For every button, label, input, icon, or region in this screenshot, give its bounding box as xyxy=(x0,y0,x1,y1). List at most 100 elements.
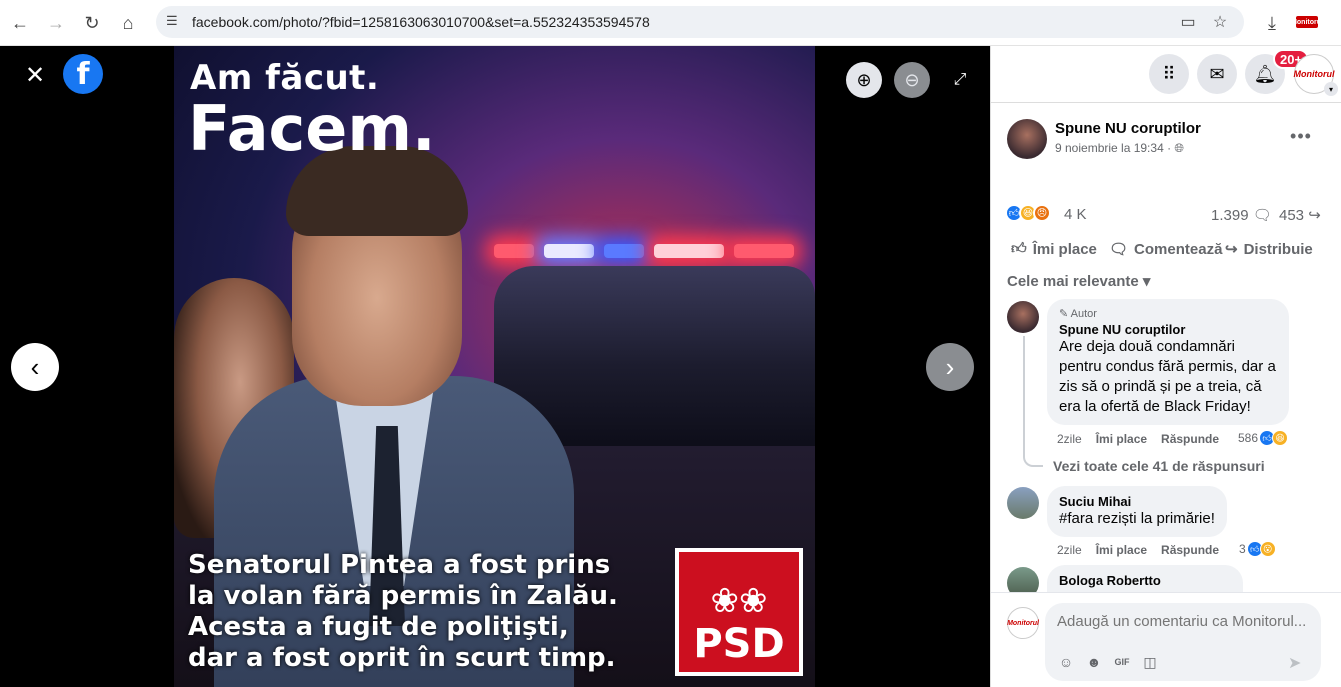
photo-viewer: Am făcut. Facem. Senatorul Pintea a fost… xyxy=(0,46,990,687)
next-photo-button[interactable]: › xyxy=(926,343,974,391)
install-app-icon[interactable]: ▭ xyxy=(1178,12,1198,32)
home-icon[interactable]: ⌂ xyxy=(116,11,140,35)
comment-author[interactable]: Spune NU coruptilor xyxy=(1059,322,1277,337)
share-button[interactable]: ↪ Distribuie xyxy=(1225,240,1313,259)
comment-text: #fara reziști la primărie! xyxy=(1059,509,1215,529)
page-name[interactable]: Spune NU coruptilor xyxy=(1055,120,1201,137)
comment-age[interactable]: 2zile xyxy=(1057,543,1082,557)
psd-logo: ❀❀ PSD xyxy=(675,548,803,676)
caption-line: dar a fost oprit în scurt timp. xyxy=(188,643,616,673)
sticker-icon[interactable]: ◫ xyxy=(1141,653,1159,671)
gif-icon[interactable]: GIF xyxy=(1113,653,1131,671)
comment-like-button[interactable]: Îmi place xyxy=(1096,432,1147,446)
comment-meta: 2zile Îmi place Răspunde xyxy=(1057,543,1219,557)
comment-author[interactable]: Bologa Robertto xyxy=(1059,573,1231,588)
comment-avatar[interactable] xyxy=(1007,487,1039,519)
comment-text-body: reziști la primărie! xyxy=(1093,510,1215,527)
caret-down-icon: ▾ xyxy=(1142,273,1151,290)
site-info-icon[interactable]: ☰ xyxy=(166,13,184,31)
thread-line xyxy=(1023,336,1043,467)
pencil-icon: ✎ xyxy=(1059,308,1069,320)
send-icon[interactable]: ➤ xyxy=(1288,653,1308,672)
haha-reaction-icon: 😆︎ xyxy=(1272,430,1289,446)
emoji-icon[interactable]: ☻ xyxy=(1085,653,1103,671)
comment-bubble: Suciu Mihai #fara reziști la primărie! xyxy=(1047,486,1227,537)
browser-toolbar: ← → ↻ ⌂ ☰ facebook.com/photo/?fbid=12581… xyxy=(0,0,1341,46)
more-options-icon[interactable]: ••• xyxy=(1289,126,1313,146)
comment-bubble: ✎ Autor Spune NU coruptilor Are deja dou… xyxy=(1047,299,1289,425)
comment-like-button[interactable]: Îmi place xyxy=(1096,543,1147,557)
share-label: Distribuie xyxy=(1243,240,1313,258)
reload-icon[interactable]: ↻ xyxy=(80,11,104,35)
shares-count[interactable]: 453 ↪ xyxy=(1279,206,1321,224)
forward-icon[interactable]: → xyxy=(44,11,68,35)
menu-grid-icon[interactable]: ⠿ xyxy=(1149,54,1189,94)
view-replies-link[interactable]: Vezi toate cele 41 de răspunsuri xyxy=(1053,458,1265,474)
chevron-down-icon[interactable]: ▾ xyxy=(1324,82,1338,96)
download-icon[interactable]: ⤓ xyxy=(1260,11,1284,35)
comment-reactions[interactable]: 586 👍︎ 😆︎ xyxy=(1238,430,1289,446)
page-avatar[interactable] xyxy=(1007,119,1047,159)
post-timestamp[interactable]: 9 noiembrie la 19:34 · 🌐︎ xyxy=(1055,141,1184,156)
divider xyxy=(991,102,1341,103)
address-bar[interactable]: ☰ facebook.com/photo/?fbid=1258163063010… xyxy=(156,6,1244,38)
post-time-text[interactable]: 9 noiembrie la 19:34 · xyxy=(1055,141,1174,155)
fullscreen-icon[interactable]: ⤢ xyxy=(950,70,970,90)
author-badge-text: Autor xyxy=(1070,308,1097,320)
caption-line: Acesta a fugit de poliţişti, xyxy=(188,612,569,642)
comment-label: Comentează xyxy=(1134,240,1223,258)
url-text[interactable]: facebook.com/photo/?fbid=125816306301070… xyxy=(192,14,650,30)
photo-caption: Senatorul Pintea a fost prins la volan f… xyxy=(188,550,658,674)
hashtag-link[interactable]: #fara xyxy=(1059,510,1093,527)
post-actions: 👍︎ Îmi place 🗨︎ Comentează ↪ Distribuie xyxy=(991,234,1341,270)
reaction-icons[interactable]: 👍︎ 😆︎ 😠︎ xyxy=(1005,204,1051,222)
sort-label[interactable]: Cele mai relevante xyxy=(1007,273,1139,290)
comment-reply-button[interactable]: Răspunde xyxy=(1161,432,1219,446)
post-photo: Am făcut. Facem. Senatorul Pintea a fost… xyxy=(174,46,815,687)
comment-button[interactable]: 🗨︎ Comentează xyxy=(1109,240,1223,259)
comment-composer: Monitorul ☺ ☻ GIF ◫ ➤ xyxy=(991,592,1341,687)
share-icon: ↪ xyxy=(1225,241,1238,258)
zoom-in-icon[interactable]: ⊕ xyxy=(846,62,882,98)
facebook-logo-icon[interactable]: f xyxy=(63,54,103,94)
angry-reaction-icon: 😠︎ xyxy=(1033,204,1051,222)
extension-monitorul[interactable]: Monitorul xyxy=(1291,16,1323,28)
composer-avatar[interactable]: Monitorul xyxy=(1007,607,1039,639)
like-button[interactable]: 👍︎ Îmi place xyxy=(1011,240,1097,258)
back-icon[interactable]: ← xyxy=(8,11,32,35)
comment-sort-dropdown[interactable]: Cele mai relevante ▾ xyxy=(1007,272,1150,290)
comment-author[interactable]: Suciu Mihai xyxy=(1059,494,1215,509)
wow-reaction-icon: 😮︎ xyxy=(1259,541,1276,557)
previous-photo-button[interactable]: ‹ xyxy=(11,343,59,391)
zoom-out-icon[interactable]: ⊖ xyxy=(894,62,930,98)
comment-icon: 🗨︎ xyxy=(1109,241,1129,258)
comments-count-value[interactable]: 1.399 xyxy=(1211,207,1249,224)
comment-reactions[interactable]: 3 👍︎ 😮︎ xyxy=(1239,541,1276,557)
author-badge: ✎ Autor xyxy=(1059,307,1277,320)
thumbs-up-icon: 👍︎ xyxy=(1011,240,1027,257)
reactions-count[interactable]: 4 K xyxy=(1064,206,1087,223)
messenger-icon[interactable]: ✉ xyxy=(1197,54,1237,94)
comment-bubble-icon: 🗨︎ xyxy=(1252,207,1272,224)
comment-age[interactable]: 2zile xyxy=(1057,432,1082,446)
photo-headline-2: Facem. xyxy=(188,92,436,165)
comment-reply-button[interactable]: Răspunde xyxy=(1161,543,1219,557)
psd-logo-text: PSD xyxy=(693,621,785,667)
roses-icon: ❀❀ xyxy=(710,582,768,620)
share-arrow-icon: ↪ xyxy=(1308,207,1321,224)
comment-input[interactable] xyxy=(1057,613,1315,630)
comment-reaction-count[interactable]: 3 xyxy=(1239,542,1246,556)
shares-count-value[interactable]: 453 xyxy=(1279,207,1304,224)
comments-count[interactable]: 1.399 🗨︎ xyxy=(1211,206,1272,224)
comment-reaction-count[interactable]: 586 xyxy=(1238,431,1258,445)
bookmark-star-icon[interactable]: ☆ xyxy=(1210,12,1230,32)
comment-meta: 2zile Îmi place Răspunde xyxy=(1057,432,1219,446)
police-lights xyxy=(494,244,794,268)
caption-line: la volan fără permis în Zalău. xyxy=(188,581,618,611)
comment-input-box[interactable]: ☺ ☻ GIF ◫ ➤ xyxy=(1045,603,1321,681)
comment-avatar[interactable] xyxy=(1007,301,1039,333)
avatar-sticker-icon[interactable]: ☺ xyxy=(1057,653,1075,671)
close-viewer-icon[interactable]: ✕ xyxy=(24,62,46,89)
comment-bubble: Bologa Robertto xyxy=(1047,565,1243,592)
post-panel: ⠿ ✉ 🔔︎ 20+ Monitorul ▾ Spune NU coruptil… xyxy=(990,46,1341,687)
